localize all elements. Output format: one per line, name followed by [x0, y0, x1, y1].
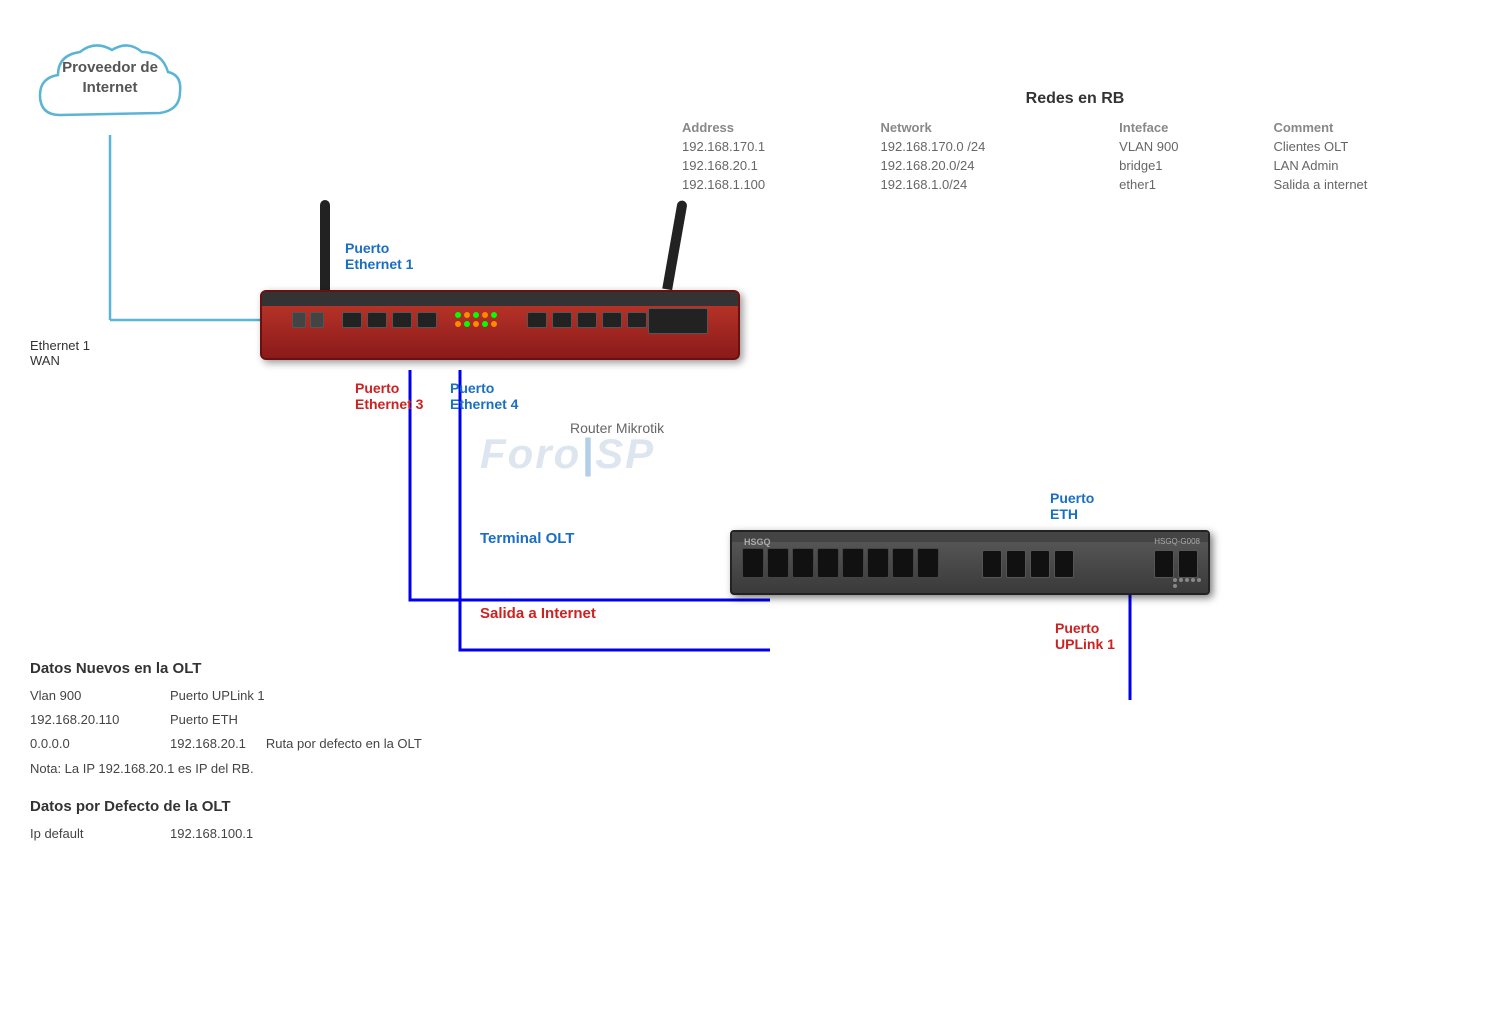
col-network: Network	[869, 118, 1108, 137]
table-cell: LAN Admin	[1261, 156, 1480, 175]
table-cell: 192.168.170.1	[670, 137, 869, 156]
table-cell: 192.168.170.0 /24	[869, 137, 1108, 156]
redes-title: Redes en RB	[670, 90, 1480, 108]
puerto-eth-label: Puerto ETH	[1050, 490, 1094, 522]
router-mikrotik	[260, 290, 740, 370]
puerto-ethernet4-label: Puerto Ethernet 4	[450, 380, 518, 412]
puerto-ethernet1-label: Puerto Ethernet 1	[345, 240, 413, 272]
info-val: Puerto ETH	[170, 709, 238, 731]
info-key: Vlan 900	[30, 685, 150, 707]
redes-en-rb-section: Redes en RB Address Network Inteface Com…	[670, 90, 1480, 194]
table-cell: Clientes OLT	[1261, 137, 1480, 156]
list-item: 0.0.0.0 192.168.20.1 Ruta por defecto en l…	[30, 733, 730, 755]
puerto-uplink1-label: Puerto UPLink 1	[1055, 620, 1115, 652]
list-item: 192.168.20.110 Puerto ETH	[30, 709, 730, 731]
datos-nuevos-note: Nota: La IP 192.168.20.1 es IP del RB.	[30, 761, 730, 776]
cloud-shape: Proveedor de Internet	[30, 30, 190, 140]
table-cell: VLAN 900	[1107, 137, 1261, 156]
router-body	[260, 290, 740, 360]
table-cell: ether1	[1107, 175, 1261, 194]
info-key: Ip default	[30, 823, 150, 845]
olt-uplink-ports	[1154, 550, 1198, 578]
info-extra: Ruta por defecto en la OLT	[266, 733, 422, 755]
list-item: Ip default 192.168.100.1	[30, 823, 730, 845]
table-cell: bridge1	[1107, 156, 1261, 175]
datos-defecto-title: Datos por Defecto de la OLT	[30, 798, 730, 815]
terminal-olt-label: Terminal OLT	[480, 530, 574, 547]
puerto-ethernet3-label: Puerto Ethernet 3	[355, 380, 423, 412]
olt-sfp-ports	[742, 548, 939, 578]
list-item: Vlan 900 Puerto UPLink 1	[30, 685, 730, 707]
datos-nuevos-section: Datos Nuevos en la OLT Vlan 900 Puerto UP…	[30, 660, 730, 847]
salida-internet-label: Salida a Internet	[480, 605, 596, 622]
table-cell: 192.168.1.100	[670, 175, 869, 194]
datos-nuevos-title: Datos Nuevos en la OLT	[30, 660, 730, 677]
table-cell: 192.168.20.0/24	[869, 156, 1108, 175]
olt-brand-label: HSGQ	[744, 537, 771, 547]
datos-nuevos-table: Vlan 900 Puerto UPLink 1 192.168.20.110 Pue…	[30, 685, 730, 755]
table-cell: Salida a internet	[1261, 175, 1480, 194]
antenna-right	[662, 200, 687, 290]
info-val: 192.168.100.1	[170, 823, 253, 845]
redes-table-body: 192.168.170.1192.168.170.0 /24VLAN 900Cl…	[670, 137, 1480, 194]
col-address: Address	[670, 118, 869, 137]
col-interface: Inteface	[1107, 118, 1261, 137]
table-cell: 192.168.1.0/24	[869, 175, 1108, 194]
olt-device: HSGQ HSGQ-G008	[730, 530, 1210, 610]
info-val: 192.168.20.1	[170, 733, 246, 755]
info-key: 0.0.0.0	[30, 733, 150, 755]
router-mikrotik-label: Router Mikrotik	[570, 420, 664, 436]
ethernet1-wan-label: Ethernet 1 WAN	[30, 338, 90, 368]
redes-table: Address Network Inteface Comment 192.168…	[670, 118, 1480, 194]
cloud-label: Proveedor de Internet	[30, 58, 190, 97]
info-key: 192.168.20.110	[30, 709, 150, 731]
antenna-left	[320, 200, 330, 290]
olt-eth-ports	[982, 550, 1074, 578]
table-cell: 192.168.20.1	[670, 156, 869, 175]
watermark: Foro|SP	[480, 430, 655, 478]
info-val: Puerto UPLink 1	[170, 685, 265, 707]
col-comment: Comment	[1261, 118, 1480, 137]
olt-body: HSGQ HSGQ-G008	[730, 530, 1210, 595]
datos-defecto-table: Ip default 192.168.100.1	[30, 823, 730, 845]
